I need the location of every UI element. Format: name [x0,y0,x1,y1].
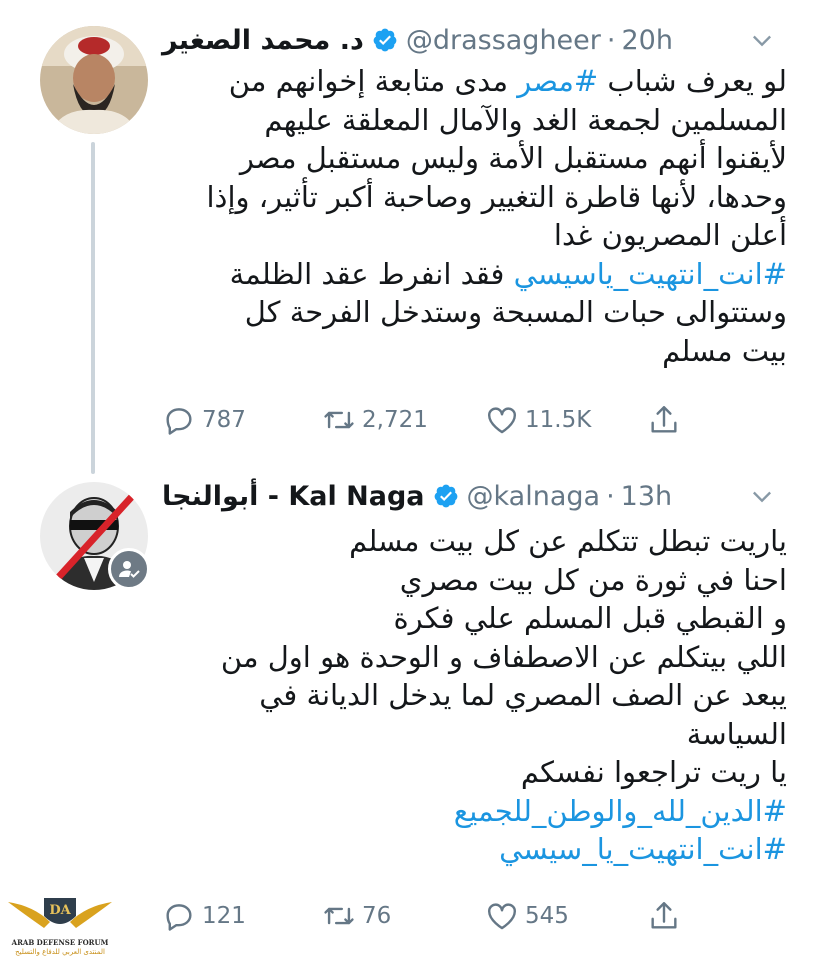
tweet-actions: 121 76 545 [162,896,722,936]
dm-badge[interactable] [108,548,150,590]
like-count: 545 [525,903,569,929]
avatar-drassagheer[interactable] [40,26,148,134]
tweet-actions: 787 2,721 11.5K [162,400,722,440]
tweet-line: #الدين_لله_والوطن_للجميع [162,792,787,831]
tweet-text-segment: مدى متابعة إخوانهم من [228,64,518,98]
author-name[interactable]: د. محمد الصغير [162,25,364,56]
tweet-header: د. محمد الصغير @drassagheer · 20h [162,22,776,58]
tweet-line: بيت مسلم [162,332,787,371]
tweet-text-segment: و القبطي قبل المسلم علي فكرة [393,601,787,635]
tweet-text-segment: يا ريت تراجعوا نفسكم [520,755,787,789]
reply-button[interactable]: 121 [162,896,246,936]
tweet-text-segment: لأيقنوا أنهم مستقبل الأمة وليس مستقبل مص… [239,141,787,175]
retweet-icon [324,907,354,925]
tweet-line: السياسة [162,715,787,754]
tweet-text-segment: فقد انفرط عقد الظلمة [229,256,514,291]
author-name[interactable]: أبوالنجا - Kal Naga [162,481,425,512]
watermark-letters: DA [49,903,71,918]
tweet-text-segment: بيت مسلم [662,333,787,368]
tweet-text: ياريت تبطل تتكلم عن كل بيت مسلم احنا في ث… [162,522,787,869]
watermark-logo: DA ARAB DEFENSE FORUM المنتدى العربي للد… [4,892,116,960]
tweet-line: اللي بيتكلم عن الاصطفاف و الوحدة هو اول … [162,638,787,677]
tweet-text-segment: المسلمين لجمعة الغد والآمال المعلقة عليه… [264,102,787,137]
dm-icon [119,561,140,578]
tweet-line: لأيقنوا أنهم مستقبل الأمة وليس مستقبل مص… [162,139,787,178]
tweet-header: أبوالنجا - Kal Naga @kalnaga · 13h [162,478,776,514]
tweet-line: #انت_انتهيت_يا_سيسي [162,830,787,869]
share-button[interactable] [647,896,681,936]
tweet-text-segment: يبعد عن الصف المصري لما يدخل الديانة في [259,678,787,712]
chevron-down-icon[interactable] [748,26,776,54]
verified-badge-icon [373,28,397,52]
tweet-line: يا ريت تراجعوا نفسكم [162,753,787,792]
tweet-text-segment: اللي بيتكلم عن الاصطفاف و الوحدة هو اول … [220,639,787,674]
tweet-line: و القبطي قبل المسلم علي فكرة [162,599,787,638]
like-icon [488,903,516,930]
hashtag-link[interactable]: #انت_انتهيت_ياسيسي [514,257,787,291]
tweet-text-segment: أعلن المصريون غدا [553,218,787,252]
tweet-text-segment: وستتوالى حبات المسبحة وستدخل الفرحة كل [244,295,787,329]
tweet-line: يبعد عن الصف المصري لما يدخل الديانة في [162,676,787,715]
retweet-count: 2,721 [362,407,428,433]
thread-line [91,142,95,474]
watermark-title: ARAB DEFENSE FORUM [11,938,109,947]
tweet-text: لو يعرف شباب #مصر مدى متابعة إخوانهم من ا… [162,62,787,370]
like-button[interactable]: 545 [485,896,569,936]
like-icon [488,407,516,434]
author-handle[interactable]: @kalnaga [467,481,601,512]
tweet-text-segment: ياريت تبطل تتكلم عن كل بيت مسلم [349,524,787,558]
retweet-icon [324,411,354,429]
share-icon [651,902,677,929]
share-icon [651,406,677,433]
like-button[interactable]: 11.5K [485,400,591,440]
reply-button[interactable]: 787 [162,400,246,440]
retweet-button[interactable]: 76 [322,896,391,936]
tweet-line: #انت_انتهيت_ياسيسي فقد انفرط عقد الظلمة [162,255,787,294]
author-handle[interactable]: @drassagheer [406,25,601,56]
reply-icon [166,904,192,931]
timestamp[interactable]: 20h [621,25,672,56]
tweet-line: وستتوالى حبات المسبحة وستدخل الفرحة كل [162,293,787,332]
timestamp[interactable]: 13h [621,481,672,512]
tweet-line: أعلن المصريون غدا [162,216,787,255]
tweet-line: احنا في ثورة من كل بيت مصري [162,561,787,600]
tweet-text-segment: السياسة [686,716,787,751]
tweet-text-segment: احنا في ثورة من كل بيت مصري [399,562,787,597]
hashtag-link[interactable]: #انت_انتهيت_يا_سيسي [499,832,787,866]
retweet-count: 76 [362,903,392,929]
tweet-line: ياريت تبطل تتكلم عن كل بيت مسلم [162,522,787,561]
tweet-line: المسلمين لجمعة الغد والآمال المعلقة عليه… [162,101,787,140]
chevron-down-icon[interactable] [748,482,776,510]
reply-count: 121 [202,903,246,929]
reply-count: 787 [202,407,246,433]
tweet-1[interactable]: د. محمد الصغير @drassagheer · 20h لو يعر… [0,0,816,474]
watermark-subtitle: المنتدى العربي للدفاع والتسليح [15,948,105,956]
tweet-text-segment: لو يعرف شباب [598,64,787,98]
separator: · [606,480,615,512]
tweet-line: لو يعرف شباب #مصر مدى متابعة إخوانهم من [162,62,787,101]
tweet-text-segment: وحدها، لأنها قاطرة التغيير وصاحبة أكبر ت… [206,179,787,214]
tweet-line: وحدها، لأنها قاطرة التغيير وصاحبة أكبر ت… [162,178,787,217]
verified-badge-icon [434,484,457,508]
retweet-button[interactable]: 2,721 [322,400,428,440]
reply-icon [166,408,192,435]
share-button[interactable] [647,400,681,440]
like-count: 11.5K [525,407,592,433]
hashtag-link[interactable]: #مصر [517,64,598,98]
hashtag-link[interactable]: #الدين_لله_والوطن_للجميع [454,794,787,828]
separator: · [606,24,616,56]
eagle-emblem-icon: DA [8,898,112,928]
tweet-2[interactable]: أبوالنجا - Kal Naga @kalnaga · 13h ياريت… [0,470,816,960]
